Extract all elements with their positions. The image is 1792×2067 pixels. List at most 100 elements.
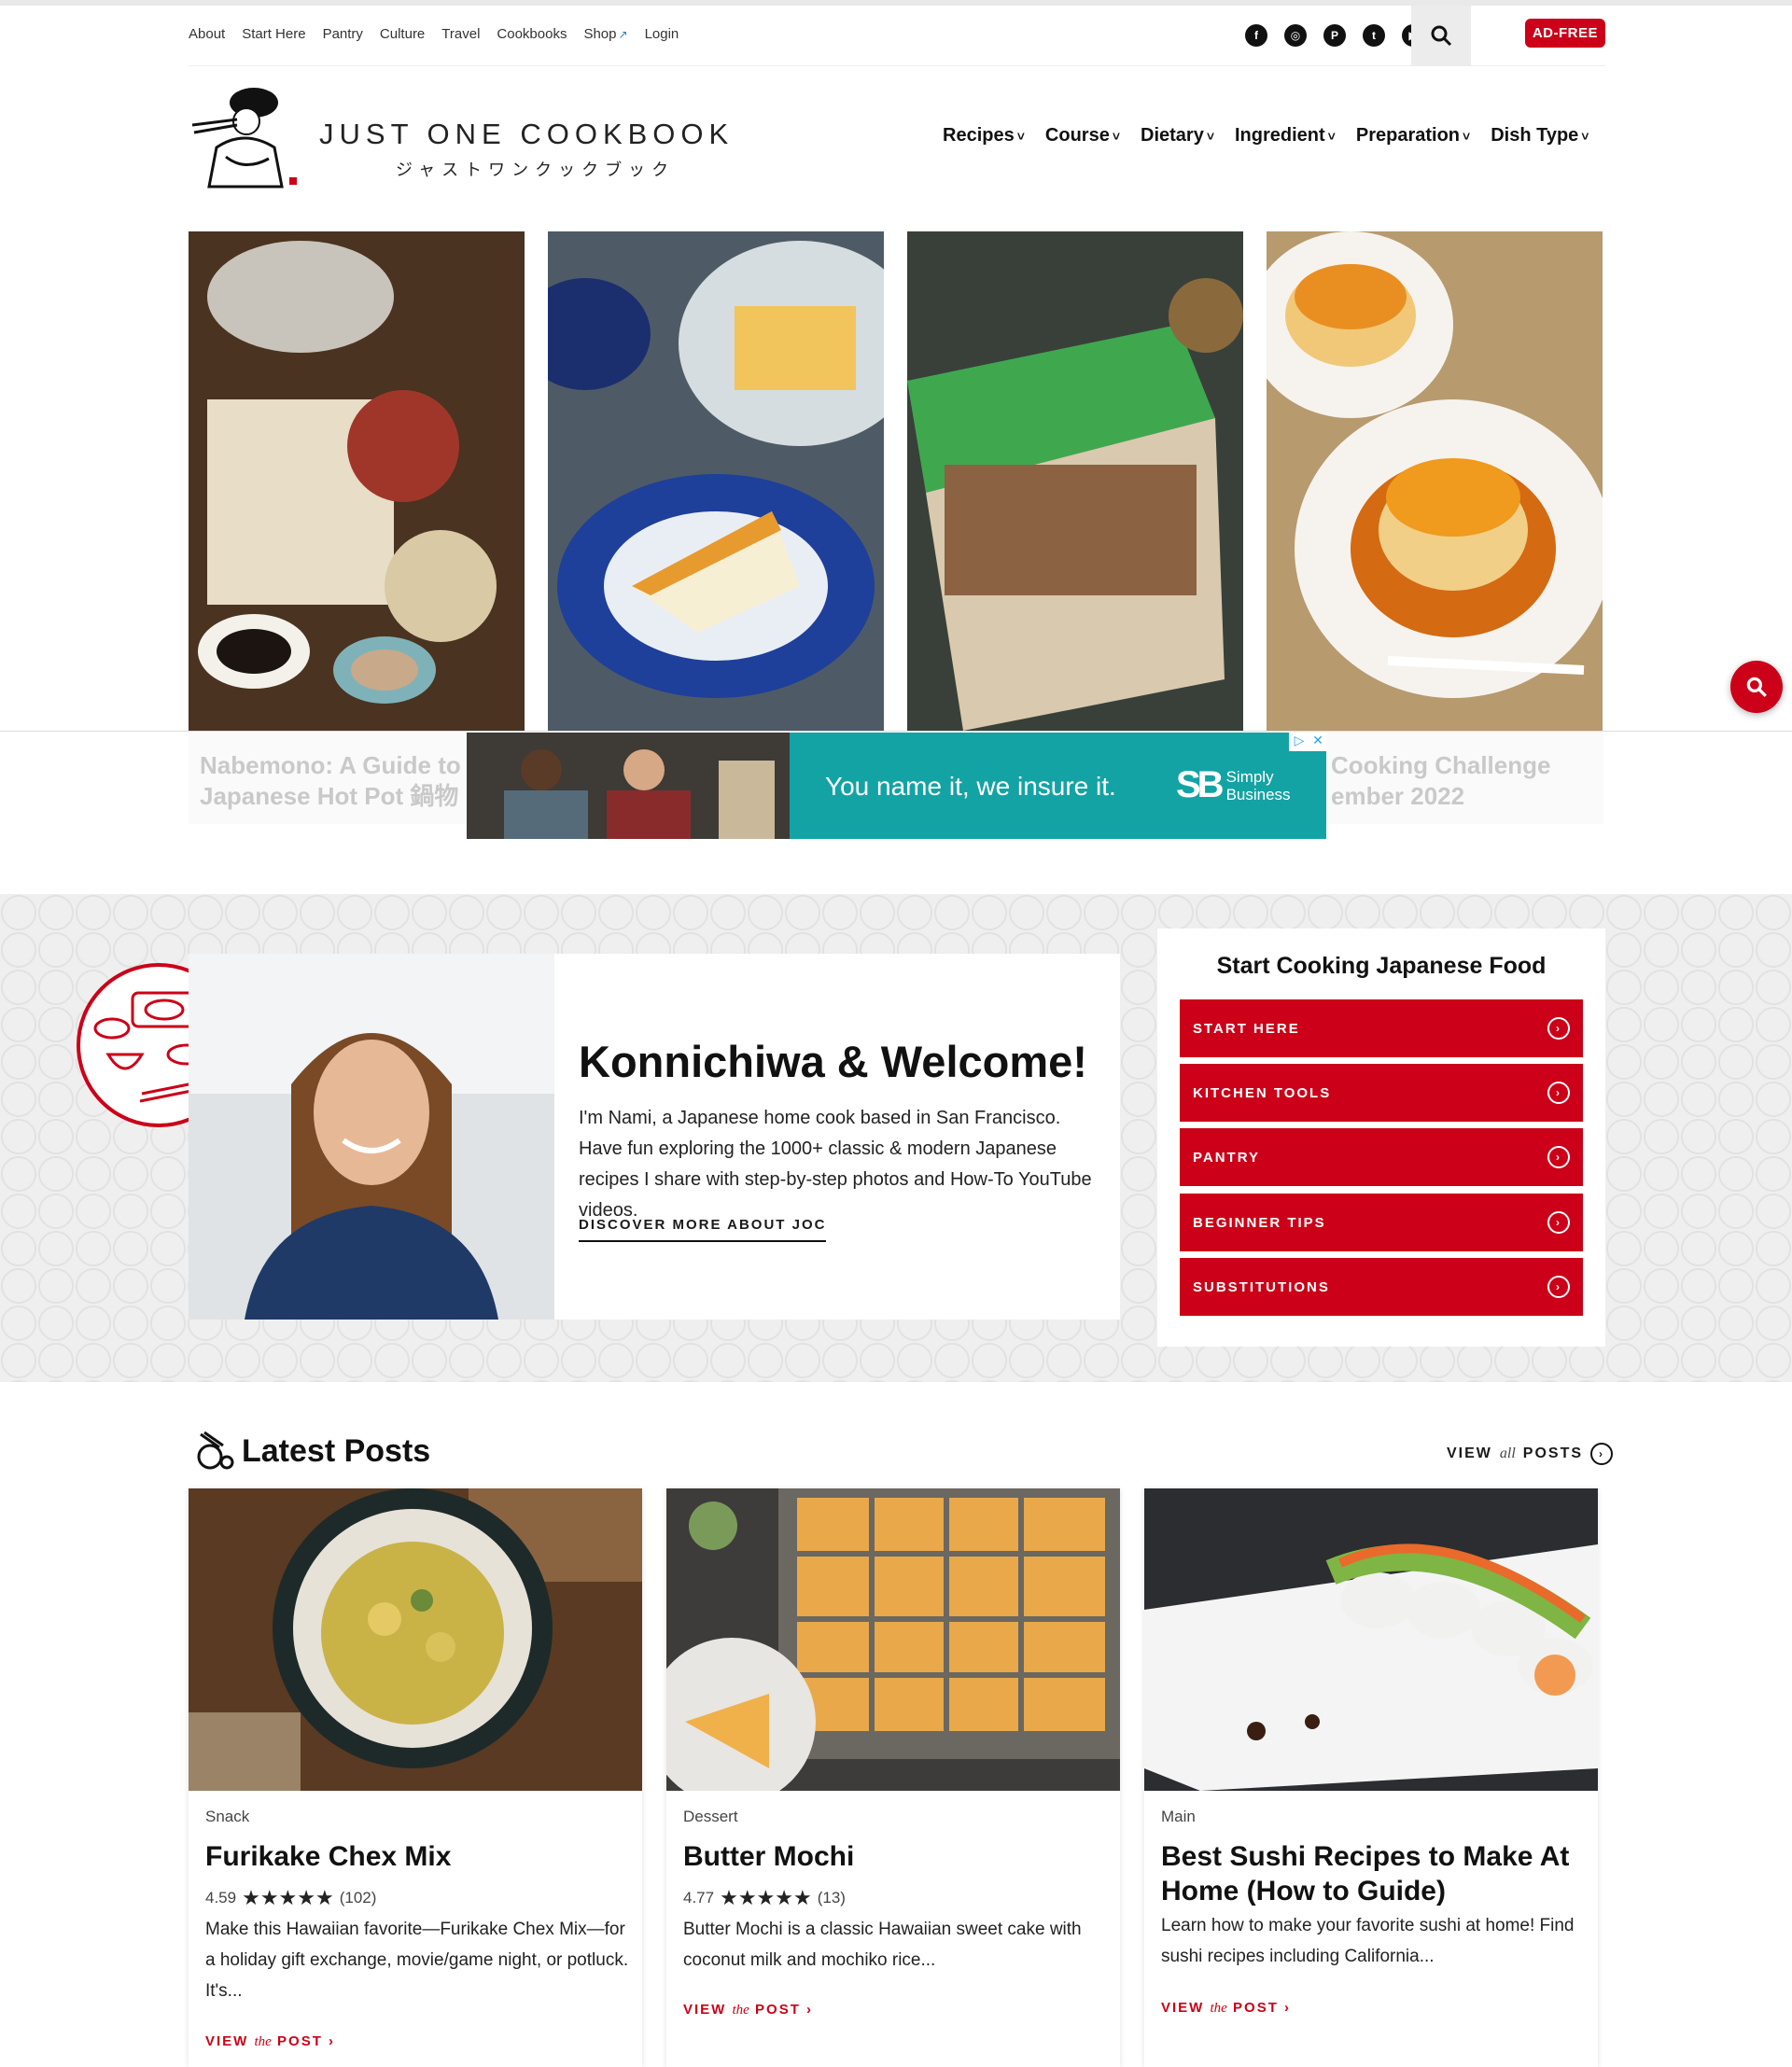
- rating-count: (13): [817, 1889, 846, 1906]
- view-post-word-1: VIEW: [683, 2002, 727, 2018]
- view-all-word-3: POSTS: [1522, 1446, 1584, 1461]
- nav-dish-type[interactable]: Dish Type: [1491, 125, 1589, 147]
- ad-choices-icon[interactable]: ▷: [1291, 733, 1308, 751]
- star-rating-icon: ★★★★★: [720, 1886, 812, 1909]
- ad-brand-name-1: Simply: [1225, 767, 1274, 786]
- view-post-word-1: VIEW: [1161, 2000, 1205, 2016]
- util-link-pantry[interactable]: Pantry: [323, 26, 363, 42]
- util-link-about[interactable]: About: [189, 26, 225, 42]
- chevron-right-icon: ›: [1590, 1443, 1614, 1465]
- util-link-shop-label: Shop: [583, 26, 617, 42]
- author-photo: [189, 954, 554, 1320]
- welcome-card: Konnichiwa & Welcome! I'm Nami, a Japane…: [189, 954, 1120, 1320]
- social-icons: f ◎ P t ▶: [1245, 24, 1424, 47]
- featured-image-hot-pot[interactable]: [189, 231, 525, 731]
- star-rating-icon: ★★★★★: [242, 1886, 334, 1909]
- post-image[interactable]: [666, 1488, 1120, 1791]
- view-post-word-3: POST: [1233, 2000, 1279, 2016]
- chevron-right-icon: ›: [1547, 1146, 1570, 1168]
- post-title[interactable]: Best Sushi Recipes to Make At Home (How …: [1161, 1839, 1590, 1908]
- view-post-link[interactable]: VIEW the POST ›: [205, 2033, 335, 2050]
- site-title[interactable]: JUST ONE COOKBOOK: [319, 118, 734, 151]
- site-subtitle: ジャストワンクックブック: [396, 161, 676, 179]
- external-link-icon: ↗: [618, 28, 628, 41]
- chevron-right-icon: ›: [1547, 1276, 1570, 1298]
- rating-count: (102): [339, 1889, 377, 1906]
- featured-image-purin[interactable]: [1267, 231, 1603, 731]
- instagram-icon[interactable]: ◎: [1284, 24, 1307, 47]
- ad-controls: ▷ ✕: [1289, 733, 1326, 751]
- view-post-word-3: POST: [755, 2002, 801, 2018]
- view-post-word-1: VIEW: [205, 2033, 249, 2049]
- view-post-word-2: the: [1210, 2001, 1227, 2016]
- discover-more-link[interactable]: DISCOVER MORE ABOUT JOC: [579, 1217, 827, 1242]
- post-rating: 4.59 ★★★★★ (102): [205, 1886, 376, 1910]
- twitter-icon[interactable]: t: [1363, 24, 1385, 47]
- post-excerpt: Learn how to make your favorite sushi at…: [1161, 1916, 1575, 1966]
- view-post-word-2: the: [732, 2003, 749, 2018]
- ad-brand-mark: SB: [1176, 764, 1225, 805]
- post-title[interactable]: Furikake Chex Mix: [205, 1839, 635, 1874]
- post-category[interactable]: Dessert: [683, 1808, 738, 1826]
- view-post-link[interactable]: VIEW the POST ›: [1161, 2000, 1291, 2017]
- post-image[interactable]: [189, 1488, 642, 1791]
- pinterest-icon[interactable]: P: [1323, 24, 1346, 47]
- pantry-label: PANTRY: [1193, 1149, 1260, 1166]
- facebook-icon[interactable]: f: [1245, 24, 1267, 47]
- ad-free-button[interactable]: AD-FREE: [1524, 19, 1605, 48]
- floating-search-button[interactable]: [1730, 661, 1783, 713]
- substitutions-button[interactable]: SUBSTITUTIONS ›: [1180, 1258, 1583, 1316]
- post-title[interactable]: Butter Mochi: [683, 1839, 1113, 1874]
- search-button[interactable]: [1411, 6, 1471, 65]
- util-link-culture[interactable]: Culture: [380, 26, 425, 42]
- nav-dietary[interactable]: Dietary: [1141, 125, 1214, 147]
- featured-image-cheesecake[interactable]: [548, 231, 884, 731]
- start-cooking-card: Start Cooking Japanese Food START HERE › …: [1157, 929, 1605, 1347]
- post-image[interactable]: [1144, 1488, 1598, 1791]
- nav-course[interactable]: Course: [1045, 125, 1120, 147]
- chevron-right-icon: ›: [1547, 1082, 1570, 1104]
- search-icon: [1746, 677, 1767, 697]
- nav-ingredient[interactable]: Ingredient: [1235, 125, 1336, 147]
- util-link-cookbooks[interactable]: Cookbooks: [497, 26, 567, 42]
- post-card-butter-mochi[interactable]: Dessert Butter Mochi 4.77 ★★★★★ (13) Butte…: [666, 1488, 1120, 2067]
- post-category[interactable]: Main: [1161, 1808, 1196, 1826]
- divider: [0, 731, 1792, 732]
- post-card-furikake[interactable]: Snack Furikake Chex Mix 4.59 ★★★★★ (102) M…: [189, 1488, 642, 2067]
- beginner-tips-label: BEGINNER TIPS: [1193, 1214, 1326, 1231]
- welcome-text: I'm Nami, a Japanese home cook based in …: [579, 1108, 1092, 1221]
- nav-preparation[interactable]: Preparation: [1356, 125, 1470, 147]
- view-all-posts-link[interactable]: VIEW all POSTS ›: [1447, 1443, 1614, 1465]
- ad-banner[interactable]: You name it, we insure it. SB Simply Busi…: [467, 733, 1326, 839]
- utility-nav: About Start Here Pantry Culture Travel C…: [189, 26, 679, 42]
- logo-geisha-icon[interactable]: [189, 82, 304, 190]
- start-here-button[interactable]: START HERE ›: [1180, 999, 1583, 1057]
- kitchen-tools-label: KITCHEN TOOLS: [1193, 1084, 1332, 1101]
- ad-brand-name-2: Business: [1225, 785, 1291, 803]
- utility-bar: About Start Here Pantry Culture Travel C…: [189, 6, 1605, 66]
- chevron-right-icon: ›: [806, 2002, 814, 2018]
- featured-title-challenge[interactable]: Cooking Challenge ember 2022: [1331, 750, 1602, 812]
- start-here-label: START HERE: [1193, 1020, 1300, 1037]
- util-link-login[interactable]: Login: [645, 26, 679, 42]
- util-link-shop[interactable]: Shop ↗: [583, 26, 627, 42]
- featured-image-toffee[interactable]: [907, 231, 1243, 731]
- post-rating: 4.77 ★★★★★ (13): [683, 1886, 846, 1910]
- post-excerpt: Butter Mochi is a classic Hawaiian sweet…: [683, 1920, 1082, 1970]
- view-all-word-2: all: [1499, 1446, 1516, 1461]
- util-link-travel[interactable]: Travel: [441, 26, 480, 42]
- beginner-tips-button[interactable]: BEGINNER TIPS ›: [1180, 1194, 1583, 1251]
- post-category[interactable]: Snack: [205, 1808, 249, 1826]
- pantry-button[interactable]: PANTRY ›: [1180, 1128, 1583, 1186]
- nav-recipes[interactable]: Recipes: [943, 125, 1025, 147]
- view-all-word-1: VIEW: [1447, 1446, 1492, 1461]
- kitchen-tools-button[interactable]: KITCHEN TOOLS ›: [1180, 1064, 1583, 1122]
- close-icon[interactable]: ✕: [1309, 733, 1326, 751]
- view-post-link[interactable]: VIEW the POST ›: [683, 2002, 813, 2018]
- chevron-right-icon: ›: [1284, 2000, 1292, 2016]
- ad-photo: [467, 733, 790, 839]
- post-card-sushi[interactable]: Main Best Sushi Recipes to Make At Home …: [1144, 1488, 1598, 2067]
- ad-tagline: You name it, we insure it.: [825, 772, 1116, 801]
- chevron-right-icon: ›: [1547, 1017, 1570, 1040]
- util-link-start-here[interactable]: Start Here: [242, 26, 305, 42]
